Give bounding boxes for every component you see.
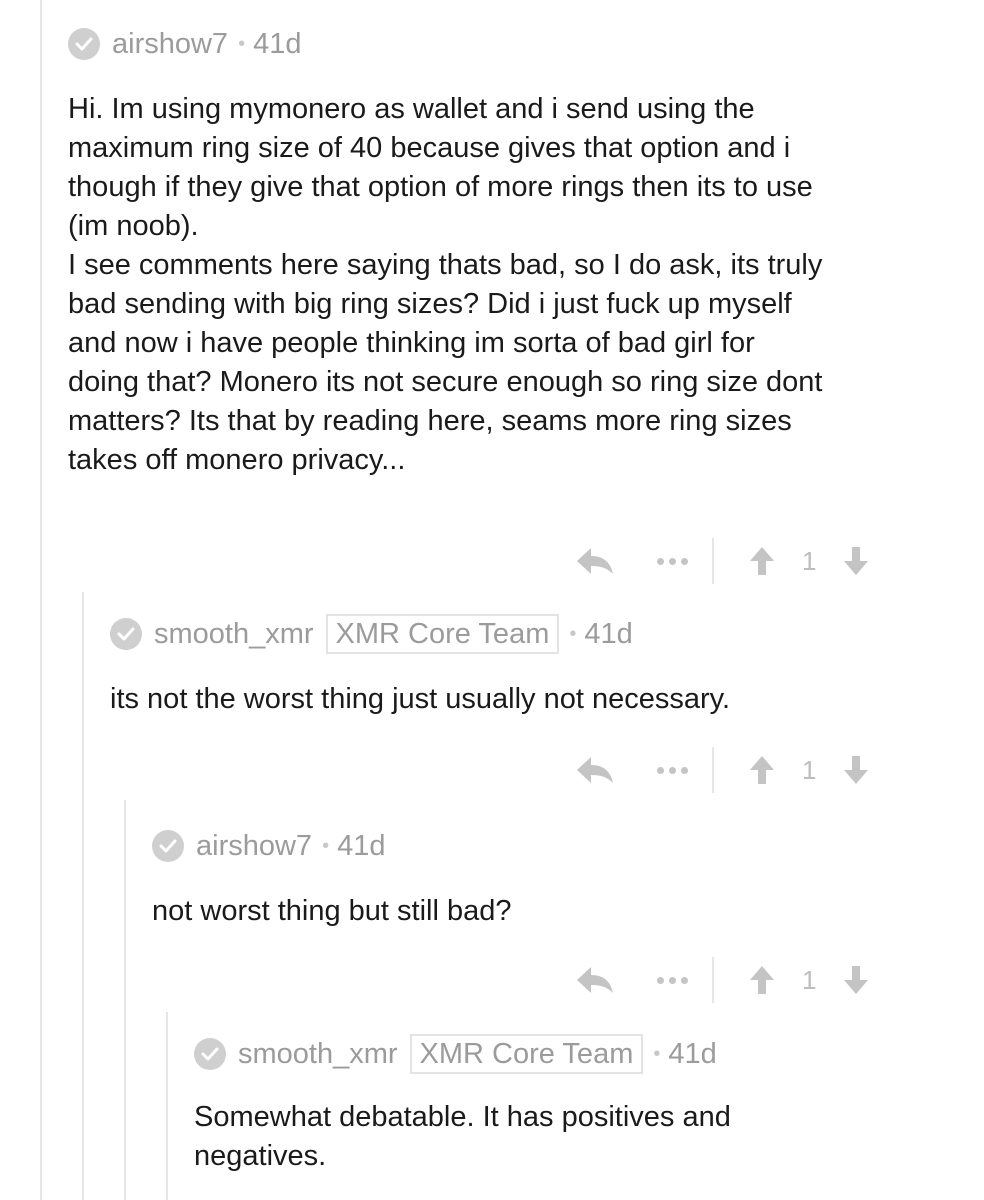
reply-arrow-icon[interactable] [575, 755, 615, 785]
downvote-arrow-icon[interactable] [842, 754, 870, 786]
meta-separator: • [569, 622, 577, 645]
action-divider [712, 957, 714, 1003]
comment-body: its not the worst thing just usually not… [110, 683, 731, 715]
comment-header: airshow7 • 41d [152, 826, 972, 866]
downvote-arrow-icon[interactable] [842, 545, 870, 577]
action-divider [712, 747, 714, 793]
username-link[interactable]: smooth_xmr [238, 1038, 398, 1071]
check-circle-icon [152, 830, 184, 862]
reply-arrow-icon[interactable] [575, 965, 615, 995]
comment-body: not worst thing but still bad? [152, 895, 512, 927]
comment-header: smooth_xmr XMR Core Team • 41d [110, 614, 970, 654]
comment-actions: 1 [575, 955, 870, 1005]
comment-actions: 1 [575, 536, 870, 586]
comment-smooth-xmr-reply: smooth_xmr XMR Core Team • 41d its not t… [110, 614, 970, 719]
user-flair-badge: XMR Core Team [409, 1034, 644, 1074]
upvote-arrow-icon[interactable] [748, 754, 776, 786]
thread-line-level-1 [82, 592, 84, 1200]
username-link[interactable]: smooth_xmr [154, 618, 314, 651]
check-circle-icon [194, 1038, 226, 1070]
comment-body: Somewhat debatable. It has positives and… [194, 1101, 731, 1172]
comment-age: 41d [337, 829, 386, 862]
username-link[interactable]: airshow7 [196, 830, 312, 863]
comment-smooth-xmr-reply-2: smooth_xmr XMR Core Team • 41d Somewhat … [194, 1034, 974, 1176]
more-dots-icon[interactable] [657, 976, 688, 984]
vote-score: 1 [802, 545, 817, 576]
reply-arrow-icon[interactable] [575, 546, 615, 576]
comment-age: 41d [668, 1037, 717, 1070]
comment-airshow7-top: airshow7 • 41d Hi. Im using mymonero as … [68, 24, 968, 480]
comment-header: smooth_xmr XMR Core Team • 41d [194, 1034, 974, 1074]
username-link[interactable]: airshow7 [112, 28, 228, 61]
user-flair-badge: XMR Core Team [325, 614, 560, 654]
comment-airshow7-reply: airshow7 • 41d not worst thing but still… [152, 826, 972, 931]
upvote-arrow-icon[interactable] [748, 964, 776, 996]
meta-separator: • [653, 1042, 661, 1065]
comment-age: 41d [584, 617, 633, 650]
comment-body: Hi. Im using mymonero as wallet and i se… [68, 93, 823, 476]
thread-line-level-3 [166, 1012, 168, 1200]
more-dots-icon[interactable] [657, 766, 688, 774]
thread-line-level-2 [124, 800, 126, 1200]
check-circle-icon [110, 618, 142, 650]
meta-separator: • [322, 834, 330, 857]
check-circle-icon [68, 28, 100, 60]
comment-actions: 1 [575, 745, 870, 795]
comment-age: 41d [253, 27, 302, 60]
meta-separator: • [238, 32, 246, 55]
downvote-arrow-icon[interactable] [842, 964, 870, 996]
thread-line-level-0 [40, 0, 42, 1200]
upvote-arrow-icon[interactable] [748, 545, 776, 577]
vote-score: 1 [802, 964, 817, 995]
more-dots-icon[interactable] [657, 557, 688, 565]
comment-header: airshow7 • 41d [68, 24, 968, 64]
action-divider [712, 538, 714, 584]
vote-score: 1 [802, 754, 817, 785]
